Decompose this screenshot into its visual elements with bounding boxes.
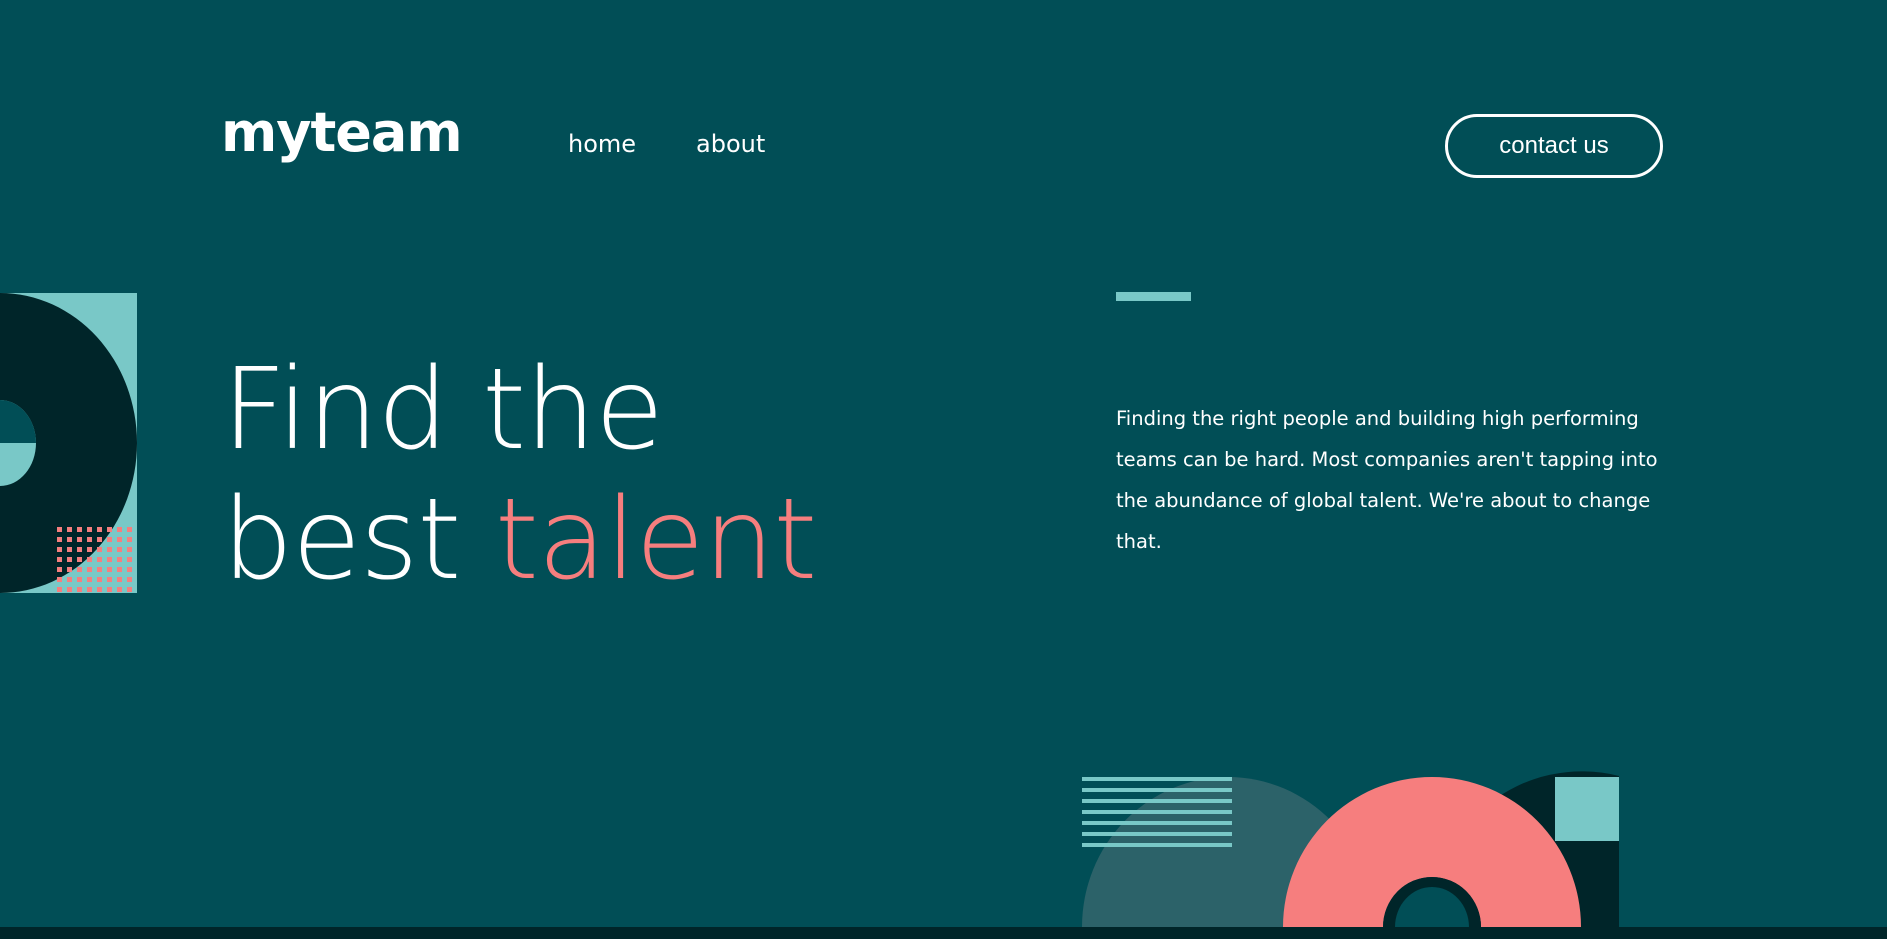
bottom-teal-square bbox=[1555, 777, 1619, 841]
main-nav: home about bbox=[568, 132, 765, 156]
left-dot-grid bbox=[57, 527, 132, 592]
bottom-dark-inner-semicircle bbox=[1383, 877, 1481, 927]
contact-us-button[interactable]: contact us bbox=[1445, 114, 1663, 178]
nav-link-about[interactable]: about bbox=[696, 132, 765, 156]
headline-accent-word: talent bbox=[494, 475, 817, 605]
left-inner-circle bbox=[0, 400, 36, 443]
bottom-strip bbox=[0, 927, 1887, 939]
logo[interactable]: myteam bbox=[221, 106, 463, 160]
left-dark-half-ring bbox=[0, 293, 137, 593]
nav-link-home[interactable]: home bbox=[568, 132, 636, 156]
headline-line2-plain: best bbox=[222, 475, 461, 605]
bottom-right-pattern-decoration bbox=[1082, 771, 1619, 927]
left-pattern-decoration bbox=[0, 293, 137, 593]
headline-line1: Find the bbox=[222, 345, 664, 475]
bottom-dark-shape bbox=[1431, 771, 1619, 927]
bottom-inner-core bbox=[1395, 887, 1469, 927]
bottom-striped-block bbox=[1082, 777, 1232, 847]
hero-intro-text: Finding the right people and building hi… bbox=[1116, 407, 1658, 553]
bottom-coral-half-ring bbox=[1283, 777, 1581, 927]
accent-bar bbox=[1116, 292, 1191, 301]
left-teal-block bbox=[0, 293, 137, 593]
hero-headline: Find the best talent bbox=[222, 345, 817, 605]
bottom-muted-semicircle bbox=[1082, 777, 1374, 927]
